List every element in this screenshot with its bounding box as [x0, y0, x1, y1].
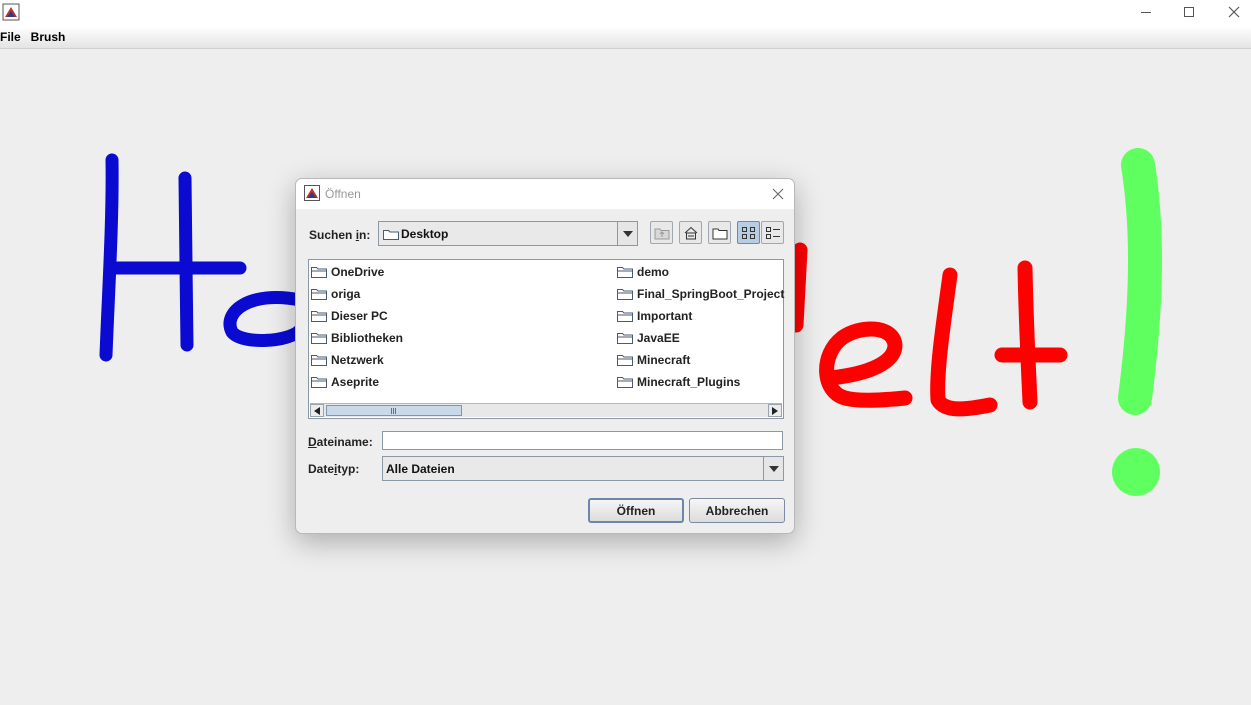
list-item[interactable]: OneDrive	[311, 264, 384, 280]
details-view-button[interactable]	[761, 221, 784, 244]
new-folder-button[interactable]	[708, 221, 731, 244]
maximize-icon	[1184, 7, 1194, 17]
minimize-icon	[1141, 12, 1151, 13]
folder-icon	[617, 377, 633, 388]
window-titlebar	[0, 0, 1251, 26]
filetype-label: Dateityp:	[308, 462, 360, 476]
list-item[interactable]: Minecraft	[617, 352, 690, 368]
list-item[interactable]: demo	[617, 264, 669, 280]
chevron-down-icon	[622, 230, 633, 237]
grip-icon	[391, 408, 396, 414]
folder-icon	[311, 333, 327, 344]
up-one-level-button[interactable]	[650, 221, 673, 244]
folder-icon	[617, 289, 633, 300]
folder-icon	[311, 355, 327, 366]
open-file-dialog: Öffnen Suchen in: Desktop OneDrive origa…	[295, 178, 795, 534]
folder-icon	[617, 333, 633, 344]
dialog-titlebar: Öffnen	[296, 179, 794, 209]
red-stroke	[788, 242, 1068, 417]
list-item[interactable]: Bibliotheken	[311, 330, 403, 346]
close-icon	[772, 188, 784, 200]
chevron-right-icon	[772, 406, 778, 415]
java-app-icon	[304, 185, 320, 201]
minimize-button[interactable]	[1123, 0, 1169, 24]
close-icon	[1228, 6, 1240, 18]
home-icon	[684, 226, 697, 239]
dialog-title: Öffnen	[325, 187, 361, 201]
list-view-icon	[741, 226, 755, 239]
scroll-left-button[interactable]	[310, 404, 324, 417]
scrollbar-thumb[interactable]	[326, 405, 462, 416]
folder-icon	[617, 311, 633, 322]
folder-icon	[311, 377, 327, 388]
close-window-button[interactable]	[1211, 0, 1251, 24]
list-item[interactable]: Dieser PC	[311, 308, 388, 324]
up-folder-icon	[654, 228, 669, 239]
menu-brush[interactable]: Brush	[31, 30, 72, 44]
filetype-combobox[interactable]: Alle Dateien	[382, 456, 784, 481]
filetype-value: Alle Dateien	[386, 462, 455, 476]
filename-label: Dateiname:	[308, 435, 373, 449]
look-in-label: Suchen in:	[309, 228, 371, 242]
java-app-icon	[2, 3, 20, 21]
folder-icon	[617, 267, 633, 278]
menu-file[interactable]: File	[0, 30, 27, 44]
look-in-value: Desktop	[401, 227, 449, 241]
maximize-button[interactable]	[1166, 0, 1212, 24]
chevron-down-icon	[768, 465, 779, 472]
dialog-close-button[interactable]	[768, 184, 788, 204]
look-in-dropdown-button[interactable]	[617, 222, 637, 245]
details-view-icon	[765, 226, 780, 239]
look-in-combobox[interactable]: Desktop	[378, 221, 638, 246]
home-button[interactable]	[679, 221, 702, 244]
list-view-button[interactable]	[737, 221, 760, 244]
scroll-right-button[interactable]	[768, 404, 782, 417]
green-stroke	[1112, 148, 1162, 496]
new-folder-icon	[712, 228, 727, 239]
folder-icon	[311, 267, 327, 278]
list-item[interactable]: Netzwerk	[311, 352, 384, 368]
filename-input[interactable]	[382, 431, 783, 450]
list-item[interactable]: origa	[311, 286, 360, 302]
list-item[interactable]: JavaEE	[617, 330, 680, 346]
cancel-button[interactable]: Abbrechen	[689, 498, 785, 523]
horizontal-scrollbar[interactable]	[310, 403, 782, 417]
file-list[interactable]: OneDrive origa Dieser PC Bibliotheken Ne…	[308, 259, 784, 419]
folder-icon	[311, 311, 327, 322]
menu-bar: File Brush	[0, 26, 1251, 49]
chevron-left-icon	[314, 406, 320, 415]
folder-icon	[383, 230, 399, 240]
filetype-dropdown-button[interactable]	[763, 457, 783, 480]
list-item[interactable]: Important	[617, 308, 692, 324]
list-item[interactable]: Aseprite	[311, 374, 379, 390]
list-item[interactable]: Minecraft_Plugins	[617, 374, 740, 390]
folder-icon	[311, 289, 327, 300]
open-button[interactable]: Öffnen	[588, 498, 684, 523]
folder-icon	[617, 355, 633, 366]
blue-stroke	[99, 153, 307, 362]
list-item[interactable]: Final_SpringBoot_Project	[617, 286, 784, 302]
